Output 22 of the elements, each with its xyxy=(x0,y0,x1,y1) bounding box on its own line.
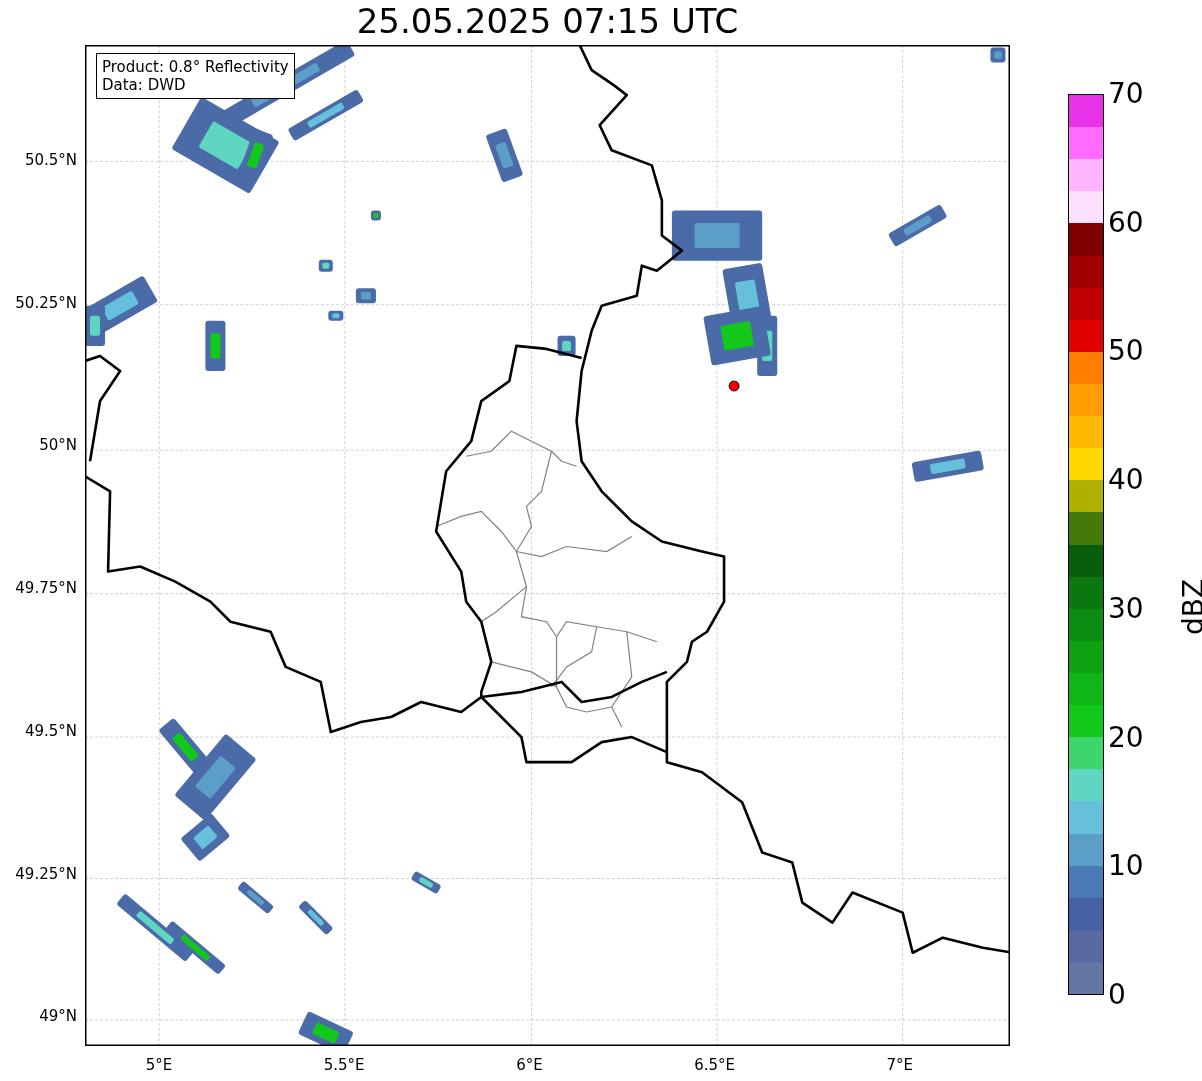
colorbar-tick-label: 10 xyxy=(1108,852,1144,881)
chart-title: 25.05.2025 07:15 UTC xyxy=(356,3,739,38)
latitude-label: 50°N xyxy=(39,438,77,454)
colorbar-tick-label: 50 xyxy=(1108,337,1144,366)
colorbar-tick-label: 60 xyxy=(1108,208,1144,237)
latitude-label: 49.25°N xyxy=(15,866,77,882)
colorbar-tick-label: 0 xyxy=(1108,981,1126,1009)
longitude-label: 7°E xyxy=(886,1058,914,1073)
colorbar-tick-label: 70 xyxy=(1108,80,1144,108)
colorbar-tick-label: 20 xyxy=(1108,723,1144,752)
longitude-label: 5°E xyxy=(145,1058,173,1073)
colorbar-tick-label: 30 xyxy=(1108,594,1144,623)
latitude-label: 49.75°N xyxy=(15,581,77,597)
longitude-label: 5.5°E xyxy=(323,1058,365,1073)
longitude-label: 6.5°E xyxy=(694,1058,735,1073)
latitude-label: 50.25°N xyxy=(15,295,77,311)
colorbar-tick-label: 40 xyxy=(1108,466,1144,495)
latitude-label: 49°N xyxy=(39,1009,77,1025)
info-box: Product: 0.8° Reflectivity Data: DWD xyxy=(96,53,295,99)
longitude-label: 6°E xyxy=(516,1058,543,1073)
latitude-label: 50.5°N xyxy=(24,153,77,168)
latitude-label: 49.5°N xyxy=(24,723,77,739)
